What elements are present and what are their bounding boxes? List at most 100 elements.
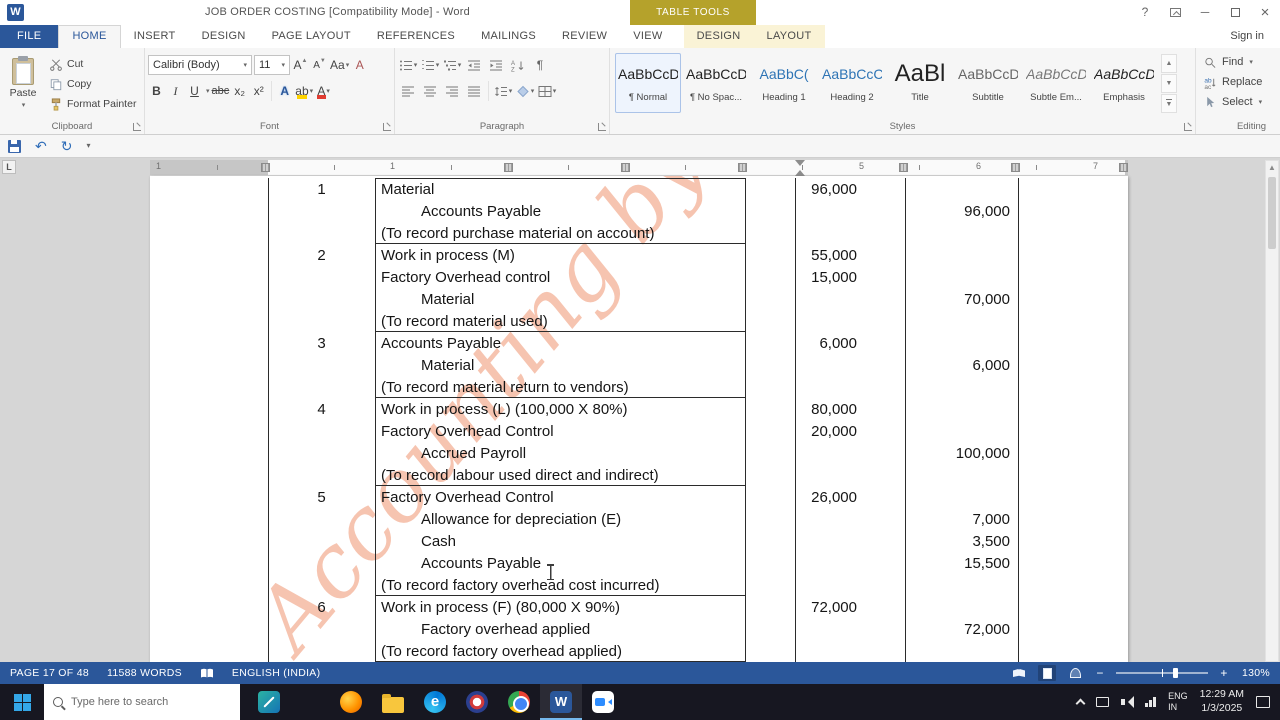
superscript-button[interactable]: x²: [250, 81, 267, 101]
zoom-slider-thumb[interactable]: [1173, 668, 1178, 678]
borders-button[interactable]: ▾: [537, 81, 557, 101]
italic-button[interactable]: I: [167, 81, 184, 101]
table-column-marker[interactable]: [1011, 163, 1020, 172]
account-text[interactable]: (To record material return to vendors): [375, 379, 745, 396]
display-icon[interactable]: [1096, 697, 1110, 707]
gallery-more-icon[interactable]: ▼: [1161, 94, 1177, 113]
account-text[interactable]: Work in process (M): [375, 247, 745, 264]
credit-amount[interactable]: 15,500: [905, 555, 1018, 572]
search-input[interactable]: [71, 696, 221, 708]
tab-review[interactable]: REVIEW: [549, 25, 620, 48]
credit-amount[interactable]: 7,000: [905, 511, 1018, 528]
tab-home[interactable]: HOME: [58, 25, 121, 48]
scroll-up-icon[interactable]: ▲: [1266, 161, 1278, 175]
tab-page-layout[interactable]: PAGE LAYOUT: [259, 25, 364, 48]
debit-amount[interactable]: 96,000: [795, 181, 905, 198]
scrollbar-thumb[interactable]: [1268, 177, 1276, 249]
debit-amount[interactable]: 26,000: [795, 489, 905, 506]
table-column-marker[interactable]: [504, 163, 513, 172]
style-title[interactable]: AaBl Title: [887, 53, 953, 113]
grow-font-button[interactable]: A ▲: [292, 55, 309, 75]
zoom-level[interactable]: 130%: [1240, 667, 1270, 679]
save-button[interactable]: [8, 139, 21, 153]
tab-file[interactable]: FILE: [0, 25, 59, 48]
font-name-combo[interactable]: Calibri (Body) ▾: [148, 55, 252, 75]
network-icon[interactable]: [1145, 697, 1157, 707]
clock[interactable]: 12:29 AM 1/3/2025: [1200, 688, 1244, 715]
app-icon[interactable]: [456, 684, 498, 720]
ribbon-display-options-icon[interactable]: [1160, 0, 1190, 25]
style-emphasis[interactable]: AaBbCcD Emphasis: [1091, 53, 1157, 113]
sort-button[interactable]: AZ: [508, 55, 528, 75]
subscript-button[interactable]: x₂: [231, 81, 248, 101]
entry-number[interactable]: 6: [268, 599, 375, 616]
undo-button[interactable]: ↶: [35, 139, 47, 153]
pen-app-icon[interactable]: [248, 684, 290, 720]
debit-amount[interactable]: 80,000: [795, 401, 905, 418]
line-spacing-button[interactable]: ▾: [493, 81, 513, 101]
account-text[interactable]: Material: [375, 357, 745, 374]
read-mode-button[interactable]: [1010, 665, 1028, 681]
debit-amount[interactable]: 55,000: [795, 247, 905, 264]
debit-amount[interactable]: 20,000: [795, 423, 905, 440]
zoom-out-button[interactable]: −: [1094, 666, 1106, 680]
print-layout-button[interactable]: [1038, 665, 1056, 681]
chrome-icon[interactable]: [498, 684, 540, 720]
zoom-slider[interactable]: [1116, 668, 1208, 678]
vertical-scrollbar[interactable]: ▲: [1265, 160, 1279, 662]
tab-references[interactable]: REFERENCES: [364, 25, 468, 48]
account-text[interactable]: Accounts Payable: [375, 335, 745, 352]
tab-insert[interactable]: INSERT: [121, 25, 189, 48]
dialog-launcher-icon[interactable]: [383, 123, 391, 131]
multilevel-list-button[interactable]: ▾: [442, 55, 462, 75]
indent-marker[interactable]: [795, 160, 805, 176]
edge-icon[interactable]: [414, 684, 456, 720]
replace-button[interactable]: ab ac Replace: [1199, 72, 1280, 92]
justify-button[interactable]: [464, 81, 484, 101]
contextual-tab-layout[interactable]: LAYOUT: [754, 25, 825, 48]
credit-amount[interactable]: 6,000: [905, 357, 1018, 374]
debit-amount[interactable]: 6,000: [795, 335, 905, 352]
contextual-tab-design[interactable]: DESIGN: [684, 25, 754, 48]
zoom-icon[interactable]: [582, 684, 624, 720]
change-case-button[interactable]: Aa ▾: [330, 55, 349, 75]
credit-amount[interactable]: 3,500: [905, 533, 1018, 550]
format-painter-button[interactable]: Format Painter: [47, 94, 138, 114]
start-button[interactable]: [0, 684, 44, 720]
dialog-launcher-icon[interactable]: [1184, 123, 1192, 131]
language-switcher[interactable]: ENG IN: [1168, 691, 1188, 714]
find-button[interactable]: Find ▾: [1199, 52, 1280, 72]
web-layout-button[interactable]: [1066, 665, 1084, 681]
account-text[interactable]: (To record factory overhead applied): [375, 643, 745, 660]
zoom-in-button[interactable]: +: [1218, 666, 1230, 680]
account-text[interactable]: Accounts Payable: [375, 203, 745, 220]
increase-indent-button[interactable]: [486, 55, 506, 75]
qat-customize-icon[interactable]: ▾: [86, 142, 90, 150]
shading-button[interactable]: ▾: [515, 81, 535, 101]
paste-button[interactable]: Paste ▾: [3, 52, 43, 114]
debit-amount[interactable]: 15,000: [795, 269, 905, 286]
font-size-combo[interactable]: 11 ▾: [254, 55, 290, 75]
shrink-font-button[interactable]: A ▼: [311, 55, 328, 75]
close-icon[interactable]: ×: [1250, 0, 1280, 25]
page-indicator[interactable]: PAGE 17 OF 48: [10, 667, 89, 679]
entry-number[interactable]: 3: [268, 335, 375, 352]
account-text[interactable]: Accounts Payable: [375, 555, 745, 572]
restore-icon[interactable]: [1220, 0, 1250, 25]
help-icon[interactable]: ?: [1130, 0, 1160, 25]
align-center-button[interactable]: [420, 81, 440, 101]
clear-formatting-button[interactable]: A: [351, 55, 368, 75]
credit-amount[interactable]: 72,000: [905, 621, 1018, 638]
account-text[interactable]: (To record factory overhead cost incurre…: [375, 577, 745, 594]
action-center-icon[interactable]: [1256, 696, 1270, 708]
document-page[interactable]: Accounting by 1 Material 96,000 Accounts Pa…: [150, 176, 1128, 662]
language-indicator[interactable]: ENGLISH (INDIA): [232, 667, 321, 679]
copy-button[interactable]: Copy: [47, 74, 138, 94]
text-effects-button[interactable]: A: [276, 81, 293, 101]
style-subtitle[interactable]: AaBbCcD Subtitle: [955, 53, 1021, 113]
entry-number[interactable]: 1: [268, 181, 375, 198]
chevron-down-icon[interactable]: ▾: [206, 87, 210, 95]
table-column-marker[interactable]: [738, 163, 747, 172]
style-h1[interactable]: AaBbC(Heading 1: [751, 53, 817, 113]
account-text[interactable]: (To record purchase material on account): [375, 225, 745, 242]
